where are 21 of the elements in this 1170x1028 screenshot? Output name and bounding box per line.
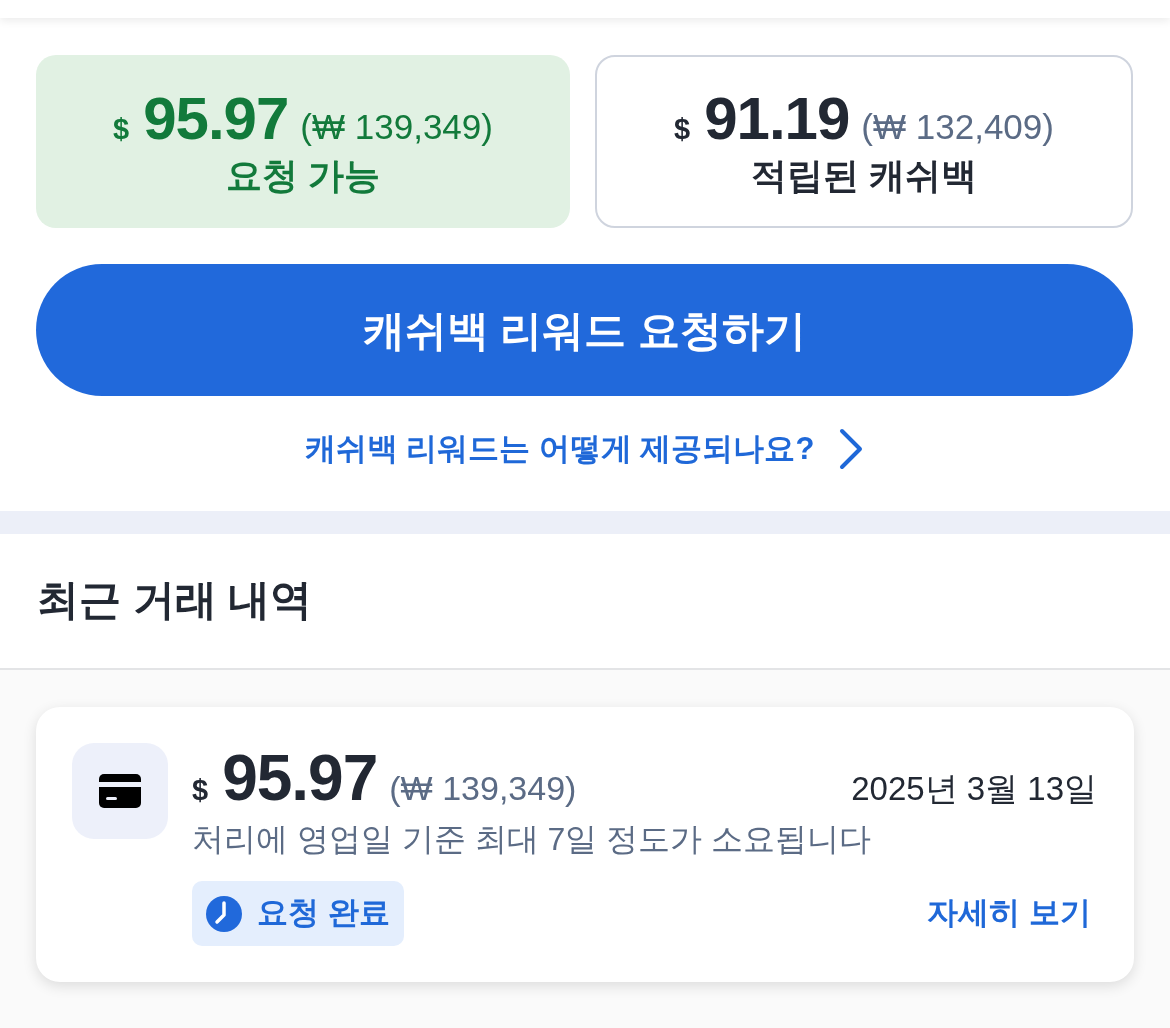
chevron-right-icon — [838, 428, 865, 471]
clock-icon — [206, 895, 242, 932]
converted-amount: (₩ 139,349) — [389, 769, 577, 807]
section-title: 최근 거래 내역 — [37, 575, 313, 626]
amount-text: 95.97 — [143, 85, 289, 152]
status-text: 요청 완료 — [257, 894, 390, 933]
converted-amount: (₩ 139,349) — [300, 107, 493, 147]
converted-amount: (₩ 132,409) — [861, 107, 1054, 147]
currency-symbol: $ — [192, 774, 209, 807]
balance-label: 요청 가능 — [226, 153, 380, 198]
amount-text: 91.19 — [704, 85, 850, 152]
balance-label: 적립된 캐쉬백 — [751, 153, 977, 198]
info-link[interactable]: 캐쉬백 리워드는 어떻게 제공되나요? — [304, 426, 865, 473]
processing-note: 처리에 영업일 기준 최대 7일 정도가 소요됩니다 — [192, 820, 873, 859]
credit-card-icon — [72, 742, 168, 839]
currency-symbol: $ — [674, 113, 691, 146]
details-link[interactable]: 자세히 보기 — [927, 890, 1091, 937]
request-button[interactable]: 캐쉬백 리워드 요청하기 — [36, 264, 1133, 396]
transaction-date: 2025년 3월 13일 — [851, 768, 1097, 809]
currency-symbol: $ — [113, 113, 130, 146]
amount-text: 95.97 — [222, 742, 378, 813]
